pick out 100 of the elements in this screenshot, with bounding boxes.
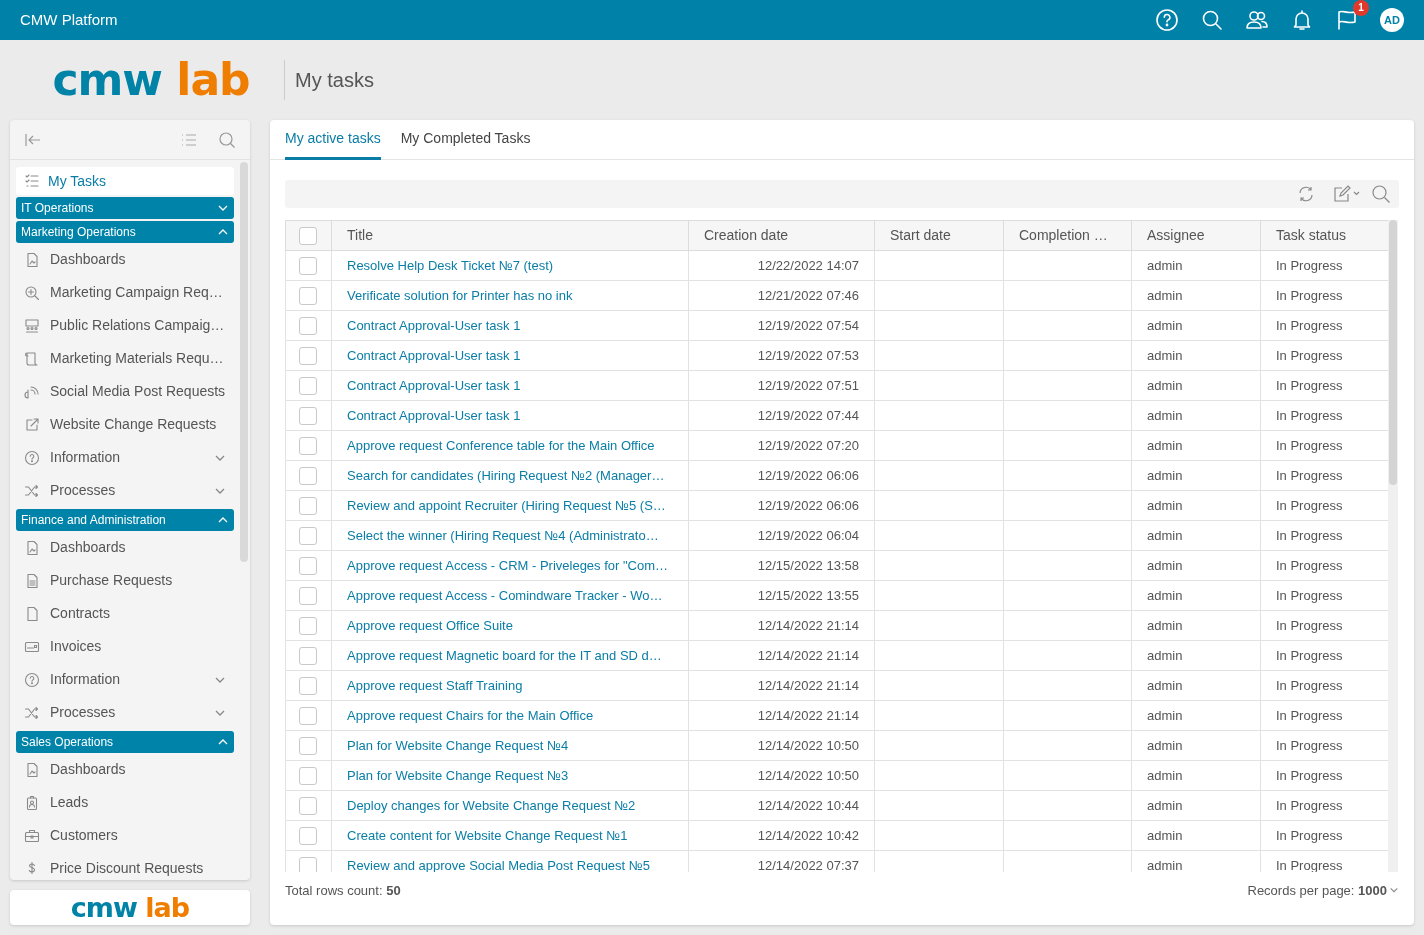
sidebar-item[interactable]: Invoices — [10, 630, 240, 663]
creation-date: 12/14/2022 10:50 — [757, 767, 859, 783]
creation-date: 12/14/2022 10:42 — [757, 827, 859, 843]
row-checkbox[interactable] — [299, 376, 317, 395]
creation-date: 12/19/2022 07:44 — [757, 407, 859, 423]
creation-date: 12/19/2022 07:54 — [757, 317, 859, 333]
sidebar-item[interactable]: Purchase Requests — [10, 564, 240, 597]
task-status: In Progress — [1276, 407, 1343, 423]
row-checkbox[interactable] — [299, 586, 317, 605]
creation-date: 12/15/2022 13:58 — [757, 557, 859, 573]
row-checkbox[interactable] — [299, 346, 317, 365]
creation-date: 12/14/2022 21:14 — [757, 617, 859, 633]
task-status: In Progress — [1276, 827, 1343, 843]
sidebar-item[interactable]: Dashboards — [10, 531, 240, 564]
task-status: In Progress — [1276, 617, 1343, 633]
row-checkbox[interactable] — [299, 796, 317, 815]
sidebar-group-header[interactable]: Marketing Operations — [16, 221, 234, 243]
sidebar-item[interactable]: Public Relations Campaig… — [10, 309, 240, 342]
sidebar-group-header[interactable]: Finance and Administration — [16, 509, 234, 531]
row-checkbox[interactable] — [299, 676, 317, 695]
sidebar-item[interactable]: Dashboards — [10, 243, 240, 276]
assignee: admin — [1147, 647, 1183, 663]
sidebar-item[interactable]: Dashboards — [10, 753, 240, 786]
task-status: In Progress — [1276, 347, 1343, 363]
task-status: In Progress — [1276, 647, 1343, 663]
sidebar-item[interactable]: Price Discount Requests — [10, 852, 240, 880]
help-icon — [24, 449, 40, 466]
assignee: admin — [1147, 287, 1183, 303]
row-checkbox[interactable] — [299, 466, 317, 485]
app-title: CMW Platform — [20, 9, 118, 30]
search-button[interactable] — [1200, 8, 1224, 32]
sidebar-item[interactable]: Customers — [10, 819, 240, 852]
creation-date: 12/19/2022 07:20 — [757, 437, 859, 453]
select-all-checkbox[interactable] — [299, 226, 317, 245]
help-button[interactable] — [1155, 8, 1179, 32]
sidebar-item[interactable]: Marketing Materials Requ… — [10, 342, 240, 375]
task-list-icon — [24, 173, 40, 189]
assignee: admin — [1147, 497, 1183, 513]
sidebar-item[interactable]: Social Media Post Requests — [10, 375, 240, 408]
assignee: admin — [1147, 437, 1183, 453]
row-checkbox[interactable] — [299, 646, 317, 665]
sidebar-item[interactable]: Processes — [10, 696, 240, 729]
row-checkbox[interactable] — [299, 436, 317, 455]
creation-date: 12/14/2022 21:14 — [757, 707, 859, 723]
task-status: In Progress — [1276, 467, 1343, 483]
user-avatar[interactable]: AD — [1380, 8, 1404, 32]
row-checkbox[interactable] — [299, 406, 317, 425]
assignee: admin — [1147, 617, 1183, 633]
sidebar-item[interactable]: My Tasks — [16, 167, 234, 195]
sidebar-item[interactable]: Information — [10, 663, 240, 696]
image-document-icon — [24, 539, 40, 556]
sidebar-item[interactable]: Processes — [10, 474, 240, 507]
task-status: In Progress — [1276, 287, 1343, 303]
task-status: In Progress — [1276, 797, 1343, 813]
row-checkbox[interactable] — [299, 826, 317, 845]
document-icon — [24, 572, 40, 589]
task-status: In Progress — [1276, 557, 1343, 573]
row-checkbox[interactable] — [299, 256, 317, 275]
messages-button[interactable] — [1335, 8, 1359, 32]
assignee: admin — [1147, 527, 1183, 543]
task-status: In Progress — [1276, 317, 1343, 333]
scrollbar-thumb[interactable] — [1389, 220, 1397, 485]
assignee: admin — [1147, 767, 1183, 783]
row-checkbox[interactable] — [299, 316, 317, 335]
creation-date: 12/14/2022 21:14 — [757, 647, 859, 663]
briefcase-icon — [24, 827, 40, 844]
row-checkbox[interactable] — [299, 766, 317, 785]
row-checkbox[interactable] — [299, 856, 317, 872]
shuffle-icon — [24, 482, 40, 499]
tab[interactable]: My active tasks — [285, 119, 381, 160]
sidebar-item[interactable]: Website Change Requests — [10, 408, 240, 441]
scrollbar[interactable] — [240, 162, 248, 562]
total-rows-count: Total rows count: 50 — [285, 881, 401, 900]
page-title: My tasks — [284, 60, 374, 100]
sidebar-item[interactable]: Information — [10, 441, 240, 474]
task-status: In Progress — [1276, 707, 1343, 723]
sidebar-item[interactable]: Contracts — [10, 597, 240, 630]
column-header[interactable]: Title — [347, 227, 373, 243]
row-checkbox[interactable] — [299, 496, 317, 515]
row-checkbox[interactable] — [299, 736, 317, 755]
creation-date: 12/19/2022 06:06 — [757, 467, 859, 483]
row-checkbox[interactable] — [299, 556, 317, 575]
task-status: In Progress — [1276, 377, 1343, 393]
records-per-page-dropdown[interactable]: Records per page: 1000 — [1247, 880, 1399, 900]
notification-badge: 1 — [1353, 0, 1369, 16]
creation-date: 12/14/2022 21:14 — [757, 677, 859, 693]
sidebar-group-header[interactable]: Sales Operations — [16, 731, 234, 753]
row-checkbox[interactable] — [299, 526, 317, 545]
creation-date: 12/19/2022 06:06 — [757, 497, 859, 513]
sidebar-item[interactable]: Marketing Campaign Req… — [10, 276, 240, 309]
creation-date: 12/14/2022 07:37 — [757, 857, 859, 872]
row-checkbox[interactable] — [299, 286, 317, 305]
row-checkbox[interactable] — [299, 706, 317, 725]
row-checkbox[interactable] — [299, 616, 317, 635]
image-document-icon — [24, 761, 40, 778]
shuffle-icon — [24, 704, 40, 721]
sidebar-item[interactable]: Leads — [10, 786, 240, 819]
users-button[interactable] — [1245, 8, 1269, 32]
tab[interactable]: My Completed Tasks — [400, 119, 531, 160]
sidebar-group-header[interactable]: IT Operations — [16, 197, 234, 219]
